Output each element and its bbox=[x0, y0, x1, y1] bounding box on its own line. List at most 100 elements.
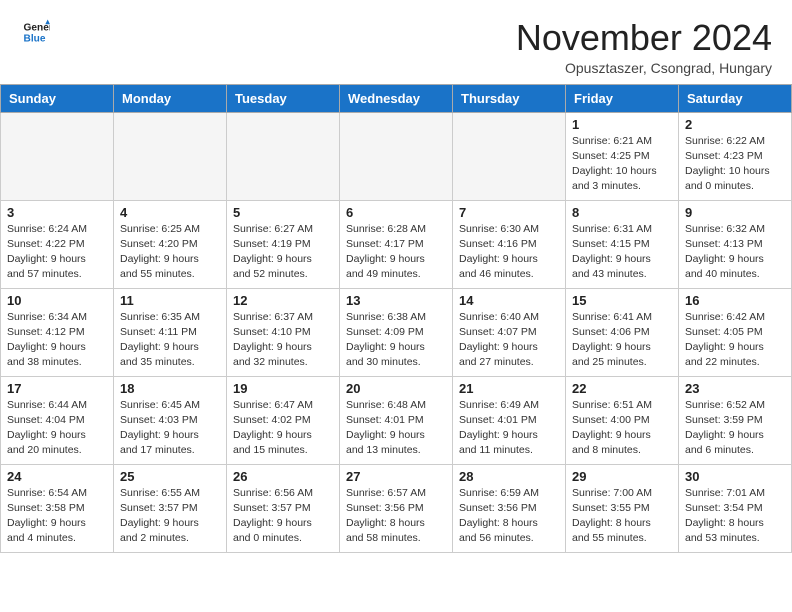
day-detail: Sunrise: 6:38 AM Sunset: 4:09 PM Dayligh… bbox=[346, 310, 446, 371]
day-detail: Sunrise: 6:27 AM Sunset: 4:19 PM Dayligh… bbox=[233, 222, 333, 283]
title-block: November 2024 Opusztaszer, Csongrad, Hun… bbox=[516, 18, 772, 76]
calendar-day-cell: 28 Sunrise: 6:59 AM Sunset: 3:56 PM Dayli… bbox=[453, 464, 566, 552]
calendar-day-cell: 12 Sunrise: 6:37 AM Sunset: 4:10 PM Dayli… bbox=[227, 288, 340, 376]
day-number: 11 bbox=[120, 293, 220, 308]
calendar-day-cell bbox=[227, 112, 340, 200]
day-detail: Sunrise: 6:24 AM Sunset: 4:22 PM Dayligh… bbox=[7, 222, 107, 283]
calendar-day-cell: 13 Sunrise: 6:38 AM Sunset: 4:09 PM Dayli… bbox=[340, 288, 453, 376]
day-detail: Sunrise: 6:54 AM Sunset: 3:58 PM Dayligh… bbox=[7, 486, 107, 547]
day-number: 13 bbox=[346, 293, 446, 308]
day-number: 16 bbox=[685, 293, 785, 308]
calendar-day-cell: 15Sunrise: 6:41 AM Sunset: 4:06 PM Dayli… bbox=[566, 288, 679, 376]
day-detail: Sunrise: 6:37 AM Sunset: 4:10 PM Dayligh… bbox=[233, 310, 333, 371]
day-detail: Sunrise: 6:48 AM Sunset: 4:01 PM Dayligh… bbox=[346, 398, 446, 459]
day-detail: Sunrise: 6:42 AM Sunset: 4:05 PM Dayligh… bbox=[685, 310, 785, 371]
day-number: 12 bbox=[233, 293, 333, 308]
calendar-header-row: SundayMondayTuesdayWednesdayThursdayFrid… bbox=[1, 84, 792, 112]
calendar-day-cell: 3 Sunrise: 6:24 AM Sunset: 4:22 PM Daylig… bbox=[1, 200, 114, 288]
day-detail: Sunrise: 6:28 AM Sunset: 4:17 PM Dayligh… bbox=[346, 222, 446, 283]
calendar-day-cell: 30 Sunrise: 7:01 AM Sunset: 3:54 PM Dayli… bbox=[679, 464, 792, 552]
day-of-week-header: Tuesday bbox=[227, 84, 340, 112]
calendar-day-cell: 23Sunrise: 6:52 AM Sunset: 3:59 PM Dayli… bbox=[679, 376, 792, 464]
calendar-body: 1 Sunrise: 6:21 AM Sunset: 4:25 PM Daylig… bbox=[1, 112, 792, 552]
calendar-day-cell: 27Sunrise: 6:57 AM Sunset: 3:56 PM Dayli… bbox=[340, 464, 453, 552]
calendar-day-cell bbox=[1, 112, 114, 200]
calendar-day-cell: 26 Sunrise: 6:56 AM Sunset: 3:57 PM Dayli… bbox=[227, 464, 340, 552]
day-number: 15 bbox=[572, 293, 672, 308]
day-number: 5 bbox=[233, 205, 333, 220]
day-detail: Sunrise: 6:52 AM Sunset: 3:59 PM Dayligh… bbox=[685, 398, 785, 459]
day-detail: Sunrise: 6:40 AM Sunset: 4:07 PM Dayligh… bbox=[459, 310, 559, 371]
day-number: 17 bbox=[7, 381, 107, 396]
day-number: 19 bbox=[233, 381, 333, 396]
day-number: 7 bbox=[459, 205, 559, 220]
day-of-week-header: Monday bbox=[114, 84, 227, 112]
day-of-week-header: Thursday bbox=[453, 84, 566, 112]
calendar-day-cell: 29Sunrise: 7:00 AM Sunset: 3:55 PM Dayli… bbox=[566, 464, 679, 552]
day-number: 22 bbox=[572, 381, 672, 396]
day-detail: Sunrise: 6:47 AM Sunset: 4:02 PM Dayligh… bbox=[233, 398, 333, 459]
day-detail: Sunrise: 6:55 AM Sunset: 3:57 PM Dayligh… bbox=[120, 486, 220, 547]
calendar-day-cell: 7 Sunrise: 6:30 AM Sunset: 4:16 PM Daylig… bbox=[453, 200, 566, 288]
calendar-day-cell: 18 Sunrise: 6:45 AM Sunset: 4:03 PM Dayli… bbox=[114, 376, 227, 464]
day-of-week-header: Saturday bbox=[679, 84, 792, 112]
day-detail: Sunrise: 6:59 AM Sunset: 3:56 PM Dayligh… bbox=[459, 486, 559, 547]
day-number: 6 bbox=[346, 205, 446, 220]
logo: General Blue bbox=[20, 18, 50, 51]
day-number: 8 bbox=[572, 205, 672, 220]
day-detail: Sunrise: 6:49 AM Sunset: 4:01 PM Dayligh… bbox=[459, 398, 559, 459]
location: Opusztaszer, Csongrad, Hungary bbox=[516, 60, 772, 76]
day-detail: Sunrise: 6:35 AM Sunset: 4:11 PM Dayligh… bbox=[120, 310, 220, 371]
calendar-day-cell: 5 Sunrise: 6:27 AM Sunset: 4:19 PM Daylig… bbox=[227, 200, 340, 288]
calendar-week-row: 17 Sunrise: 6:44 AM Sunset: 4:04 PM Dayli… bbox=[1, 376, 792, 464]
day-detail: Sunrise: 6:56 AM Sunset: 3:57 PM Dayligh… bbox=[233, 486, 333, 547]
calendar-week-row: 24 Sunrise: 6:54 AM Sunset: 3:58 PM Dayli… bbox=[1, 464, 792, 552]
calendar-day-cell: 16 Sunrise: 6:42 AM Sunset: 4:05 PM Dayli… bbox=[679, 288, 792, 376]
calendar-day-cell: 6 Sunrise: 6:28 AM Sunset: 4:17 PM Daylig… bbox=[340, 200, 453, 288]
day-number: 10 bbox=[7, 293, 107, 308]
day-number: 1 bbox=[572, 117, 672, 132]
calendar-day-cell: 1 Sunrise: 6:21 AM Sunset: 4:25 PM Daylig… bbox=[566, 112, 679, 200]
calendar-day-cell: 17 Sunrise: 6:44 AM Sunset: 4:04 PM Dayli… bbox=[1, 376, 114, 464]
day-detail: Sunrise: 6:51 AM Sunset: 4:00 PM Dayligh… bbox=[572, 398, 672, 459]
day-of-week-header: Friday bbox=[566, 84, 679, 112]
day-number: 28 bbox=[459, 469, 559, 484]
logo-icon: General Blue bbox=[22, 18, 50, 46]
calendar-day-cell: 22 Sunrise: 6:51 AM Sunset: 4:00 PM Dayli… bbox=[566, 376, 679, 464]
calendar-day-cell bbox=[340, 112, 453, 200]
day-number: 30 bbox=[685, 469, 785, 484]
calendar-day-cell: 14 Sunrise: 6:40 AM Sunset: 4:07 PM Dayli… bbox=[453, 288, 566, 376]
calendar-day-cell: 11 Sunrise: 6:35 AM Sunset: 4:11 PM Dayli… bbox=[114, 288, 227, 376]
calendar-week-row: 1 Sunrise: 6:21 AM Sunset: 4:25 PM Daylig… bbox=[1, 112, 792, 200]
day-detail: Sunrise: 6:21 AM Sunset: 4:25 PM Dayligh… bbox=[572, 134, 672, 195]
day-detail: Sunrise: 6:30 AM Sunset: 4:16 PM Dayligh… bbox=[459, 222, 559, 283]
month-title: November 2024 bbox=[516, 18, 772, 58]
day-number: 18 bbox=[120, 381, 220, 396]
svg-text:Blue: Blue bbox=[24, 33, 46, 44]
day-detail: Sunrise: 6:31 AM Sunset: 4:15 PM Dayligh… bbox=[572, 222, 672, 283]
day-number: 27 bbox=[346, 469, 446, 484]
day-of-week-header: Sunday bbox=[1, 84, 114, 112]
day-detail: Sunrise: 6:44 AM Sunset: 4:04 PM Dayligh… bbox=[7, 398, 107, 459]
day-number: 20 bbox=[346, 381, 446, 396]
calendar-table: SundayMondayTuesdayWednesdayThursdayFrid… bbox=[0, 84, 792, 553]
day-detail: Sunrise: 6:45 AM Sunset: 4:03 PM Dayligh… bbox=[120, 398, 220, 459]
calendar-day-cell: 20 Sunrise: 6:48 AM Sunset: 4:01 PM Dayli… bbox=[340, 376, 453, 464]
calendar-day-cell bbox=[453, 112, 566, 200]
day-detail: Sunrise: 6:34 AM Sunset: 4:12 PM Dayligh… bbox=[7, 310, 107, 371]
calendar-week-row: 10 Sunrise: 6:34 AM Sunset: 4:12 PM Dayli… bbox=[1, 288, 792, 376]
day-number: 26 bbox=[233, 469, 333, 484]
day-number: 14 bbox=[459, 293, 559, 308]
day-number: 4 bbox=[120, 205, 220, 220]
day-number: 24 bbox=[7, 469, 107, 484]
calendar-day-cell: 21 Sunrise: 6:49 AM Sunset: 4:01 PM Dayli… bbox=[453, 376, 566, 464]
calendar-day-cell: 2Sunrise: 6:22 AM Sunset: 4:23 PM Daylig… bbox=[679, 112, 792, 200]
day-number: 21 bbox=[459, 381, 559, 396]
day-detail: Sunrise: 7:01 AM Sunset: 3:54 PM Dayligh… bbox=[685, 486, 785, 547]
day-detail: Sunrise: 6:25 AM Sunset: 4:20 PM Dayligh… bbox=[120, 222, 220, 283]
calendar-day-cell: 19 Sunrise: 6:47 AM Sunset: 4:02 PM Dayli… bbox=[227, 376, 340, 464]
calendar-day-cell bbox=[114, 112, 227, 200]
calendar-header: General Blue November 2024 Opusztaszer, … bbox=[0, 0, 792, 84]
day-number: 3 bbox=[7, 205, 107, 220]
calendar-week-row: 3 Sunrise: 6:24 AM Sunset: 4:22 PM Daylig… bbox=[1, 200, 792, 288]
